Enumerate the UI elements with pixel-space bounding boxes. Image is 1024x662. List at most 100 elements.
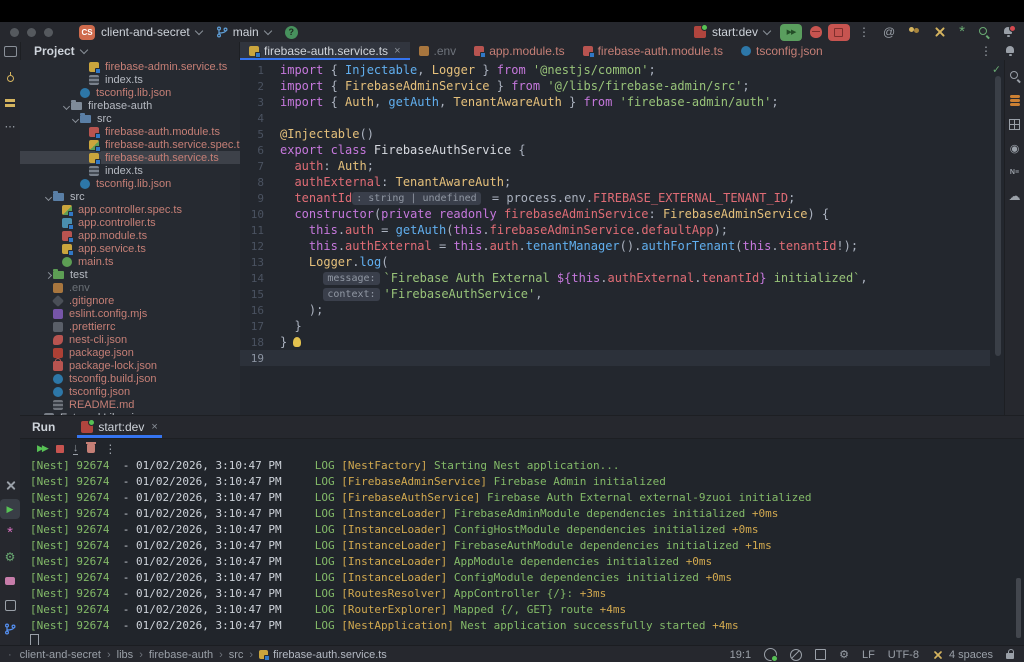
rerun-icon[interactable]: ▶▶ [37,443,47,454]
tree-item[interactable]: app.module.ts [20,229,240,242]
tree-item[interactable]: package.json [20,346,240,359]
tree-item[interactable]: nest-cli.json [20,333,240,346]
run-tool-icon[interactable]: ▶ [0,499,20,519]
tree-item[interactable]: tsconfig.lib.json [20,177,240,190]
editor-tab[interactable]: firebase-auth.module.ts [574,42,732,60]
build-tools-icon[interactable] [934,26,946,38]
tree-item[interactable]: app.controller.spec.ts [20,203,240,216]
tree-item[interactable]: firebase-auth.module.ts [20,125,240,138]
code-editor[interactable]: 1import { Injectable, Logger } from '@ne… [240,60,1004,415]
build-icon[interactable] [0,473,20,497]
tree-item[interactable]: eslint.config.mjs [20,307,240,320]
notifications-icon[interactable] [1003,27,1014,38]
tree-item[interactable]: .gitignore [20,294,240,307]
editor-scrollbar[interactable] [995,76,1001,356]
tree-item[interactable]: main.ts [20,255,240,268]
chevron-down-icon[interactable] [43,193,53,200]
line-number: 8 [240,176,264,189]
close-window-icon[interactable] [10,28,19,37]
run-console[interactable]: [Nest] 92674 - 01/02/2026, 3:10:47 PM LO… [20,457,1024,646]
inspections-ok-icon[interactable]: ✓ [993,62,1000,76]
chevron-down-icon[interactable] [70,115,80,122]
tree-item[interactable]: tsconfig.lib.json [20,86,240,99]
indent-setting[interactable]: 4 spaces [932,649,993,661]
mentions-icon[interactable]: @ [883,26,895,38]
tree-item[interactable]: .prettierrc [20,320,240,333]
problems-icon[interactable] [0,593,20,617]
tree-item[interactable]: firebase-auth.service.ts [20,151,240,164]
gear-icon[interactable]: ⚙ [839,648,849,661]
scroll-to-end-icon[interactable]: ↓ [73,443,79,455]
more-options-icon[interactable]: ⋮ [104,442,116,456]
tree-item[interactable]: index.ts [20,73,240,86]
memory-indicator-icon[interactable] [815,649,826,660]
tree-item[interactable]: tsconfig.json [20,385,240,398]
run-button[interactable]: ▶▶ [780,24,802,41]
tree-item[interactable]: app.controller.ts [20,216,240,229]
status-circle-icon[interactable]: ? [285,26,298,39]
packages-icon[interactable]: ⚙ [0,545,20,569]
user-status-icon[interactable] [764,648,777,661]
tab-options-icon[interactable]: ⋮ [980,44,992,58]
caret-position[interactable]: 19:1 [730,649,751,661]
more-icon[interactable]: ⋯ [0,114,20,138]
tree-item[interactable]: package-lock.json [20,359,240,372]
stop-icon[interactable] [56,445,64,453]
commit-icon[interactable] [0,66,20,90]
close-icon[interactable]: × [151,421,157,433]
editor-tab[interactable]: firebase-auth.service.ts× [240,42,410,60]
tree-item[interactable]: index.ts [20,164,240,177]
git-branch-icon[interactable] [0,617,20,641]
editor-tab[interactable]: tsconfig.json [732,42,832,60]
line-ending[interactable]: LF [862,649,875,661]
notification-bell-icon[interactable] [1005,46,1016,57]
tree-item[interactable]: firebase-admin.service.ts [20,60,240,73]
run-tab[interactable]: start:dev × [77,416,161,438]
tree-item[interactable]: firebase-auth.service.spec.ts [20,138,240,151]
lock-icon[interactable] [1006,653,1014,659]
minimize-window-icon[interactable] [27,28,36,37]
nest-n-icon[interactable]: N≡ [1005,160,1024,184]
run-config-selector[interactable]: start:dev [712,25,770,39]
file-encoding[interactable]: UTF-8 [888,649,919,661]
branch-selector[interactable]: main [216,25,271,39]
tree-item[interactable]: firebase-auth [20,99,240,112]
chevron-right-icon[interactable] [43,271,53,278]
window-controls[interactable] [10,28,61,37]
database-icon[interactable] [1005,88,1024,112]
stop-button[interactable] [828,24,850,41]
editor-tab[interactable]: app.module.ts [465,42,573,60]
structure-icon[interactable] [0,90,20,114]
coverage-icon[interactable] [1005,112,1024,136]
docker-icon[interactable] [0,569,20,593]
maximize-window-icon[interactable] [44,28,53,37]
search-everywhere-icon[interactable] [978,26,990,38]
tree-item[interactable]: README.md [20,398,240,411]
breadcrumb[interactable]: ·client-and-secret›libs›firebase-auth›sr… [8,649,387,661]
clear-console-icon[interactable] [87,444,95,453]
settings-knot-icon[interactable]: * [959,27,965,37]
more-actions-icon[interactable]: ⋮ [858,25,870,39]
editor-tab[interactable]: .env [410,42,466,60]
services-icon[interactable]: * [0,521,20,545]
ai-search-icon[interactable] [1005,64,1024,88]
debug-button[interactable] [810,26,822,38]
intention-bulb-icon[interactable] [293,337,301,347]
project-selector[interactable]: client-and-secret [101,25,202,39]
inspections-off-icon[interactable] [790,649,802,661]
project-panel-header[interactable]: Project [21,42,240,60]
tree-item[interactable]: .env [20,281,240,294]
chevron-down-icon[interactable] [61,102,71,109]
code-with-me-icon[interactable] [908,27,921,37]
cloud-icon[interactable]: ☁ [1005,184,1024,208]
project-tool-button[interactable] [0,42,21,60]
project-tree-panel[interactable]: firebase-admin.service.tsindex.tstsconfi… [20,60,241,415]
tree-item[interactable]: src [20,112,240,125]
console-scrollbar[interactable] [1016,578,1021,638]
dependencies-icon[interactable]: ◉ [1005,136,1024,160]
tree-item[interactable]: src [20,190,240,203]
tree-item[interactable]: app.service.ts [20,242,240,255]
tree-item[interactable]: tsconfig.build.json [20,372,240,385]
close-icon[interactable]: × [394,45,400,57]
tree-item[interactable]: test [20,268,240,281]
